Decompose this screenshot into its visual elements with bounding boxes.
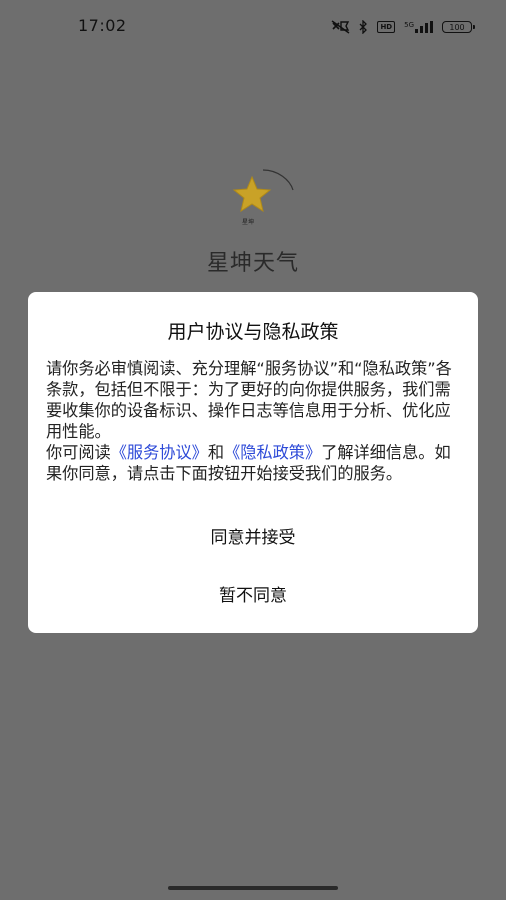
logo-caption: 星坤: [241, 219, 254, 226]
agreement-dialog: 用户协议与隐私政策 请你务必审慎阅读、充分理解“服务协议”和“隐私政策”各条款，…: [28, 292, 478, 633]
status-bar: 17:02 HD 5G 100: [0, 0, 506, 52]
dialog-body: 请你务必审慎阅读、充分理解“服务协议”和“隐私政策”各条款，包括但不限于：为了更…: [46, 358, 462, 484]
dialog-paragraph-1: 请你务必审慎阅读、充分理解“服务协议”和“隐私政策”各条款，包括但不限于：为了更…: [46, 359, 452, 441]
battery-icon: 100: [442, 21, 475, 33]
home-indicator[interactable]: [168, 886, 338, 890]
and-text: 和: [207, 443, 225, 462]
service-agreement-link[interactable]: 《服务协议》: [111, 443, 208, 462]
network-type-label: 5G: [404, 21, 414, 29]
app-name: 星坤天气: [206, 251, 299, 276]
bluetooth-icon: [359, 20, 368, 34]
battery-level: 100: [449, 22, 465, 32]
status-icons: HD 5G 100: [330, 17, 475, 37]
hd-icon: HD: [377, 21, 396, 33]
paragraph-2-prefix: 你可阅读: [46, 443, 111, 462]
dialog-title: 用户协议与隐私政策: [167, 321, 339, 343]
dialog-paragraph-2: 你可阅读《服务协议》和《隐私政策》了解详细信息。如果你同意，请点击下面按钮开始接…: [46, 442, 462, 484]
mute-icon: [330, 20, 350, 34]
agree-button[interactable]: 同意并接受: [128, 520, 378, 556]
privacy-policy-link[interactable]: 《隐私政策》: [224, 443, 321, 462]
signal-5g-icon: 5G: [404, 21, 433, 33]
disagree-button[interactable]: 暂不同意: [128, 578, 378, 614]
status-time: 17:02: [78, 16, 127, 35]
